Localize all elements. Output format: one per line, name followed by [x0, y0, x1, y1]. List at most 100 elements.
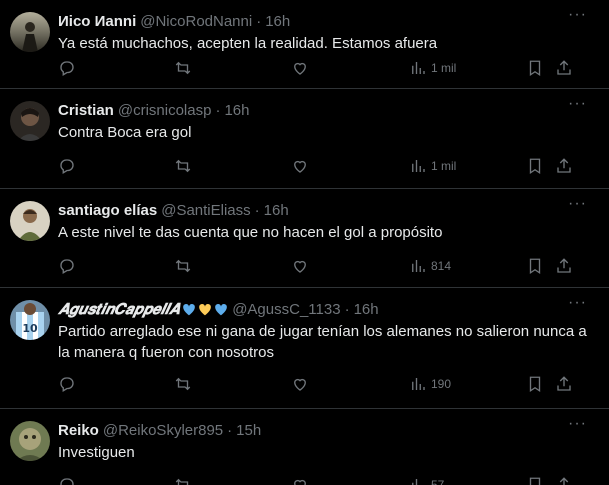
heart-emojis — [180, 303, 228, 316]
reply-button[interactable] — [58, 256, 76, 276]
avatar[interactable] — [10, 421, 50, 461]
tweet-text: Contra Boca era gol — [58, 124, 192, 141]
bookmark-button[interactable] — [526, 475, 544, 485]
tweet-text: Investiguen — [58, 444, 135, 461]
retweet-icon — [175, 159, 191, 173]
reply-icon — [60, 159, 74, 174]
yellow-heart-icon — [199, 303, 212, 315]
author-handle[interactable]: @SantiEliass — [161, 202, 250, 219]
more-options-icon[interactable]: ··· — [568, 95, 587, 113]
bookmark-button[interactable] — [526, 58, 544, 78]
views-button[interactable]: 57 — [409, 475, 444, 485]
avatar[interactable]: 10 — [10, 300, 50, 340]
views-button[interactable]: 1 mil — [409, 58, 456, 78]
share-button[interactable] — [555, 256, 573, 276]
separator-dot: · — [227, 421, 233, 439]
tweet[interactable]: Иico Иanni @NicoRodNanni · 16h ··· Ya es… — [0, 0, 609, 89]
reply-icon — [60, 259, 74, 274]
timestamp[interactable]: 16h — [354, 301, 379, 318]
separator-dot: · — [215, 101, 221, 119]
bookmark-icon — [529, 477, 541, 485]
share-button[interactable] — [555, 156, 573, 176]
tweet-text: Partido arreglado ese ni gana de jugar t… — [58, 323, 587, 361]
views-count: 1 mil — [431, 61, 457, 75]
tweet[interactable]: 10 𝑨𝒈𝒖𝒔𝒕𝒊𝒏𝑪𝒂𝒑𝒑𝒆𝒍𝒍𝑨 @AgussC_1133 · 16h ··… — [0, 288, 609, 409]
tweet[interactable]: santiago elías @SantiEliass · 16h ··· A … — [0, 189, 609, 288]
views-button[interactable]: 1 mil — [409, 156, 456, 176]
retweet-button[interactable] — [174, 475, 192, 485]
retweet-button[interactable] — [174, 256, 192, 276]
retweet-icon — [175, 377, 191, 391]
tweet-actions: 57 — [58, 475, 588, 485]
timestamp[interactable]: 15h — [236, 422, 261, 439]
author-handle[interactable]: @ReikoSkyler895 — [103, 422, 223, 439]
share-button[interactable] — [555, 58, 573, 78]
retweet-icon — [175, 259, 191, 273]
bookmark-button[interactable] — [526, 156, 544, 176]
author-handle[interactable]: @crisnicolasp — [118, 102, 212, 119]
analytics-icon — [412, 62, 425, 74]
retweet-icon — [175, 478, 189, 485]
share-icon — [559, 477, 569, 485]
bookmark-button[interactable] — [526, 374, 544, 394]
like-button[interactable] — [291, 58, 309, 78]
bookmark-icon — [529, 258, 541, 275]
share-button[interactable] — [555, 475, 573, 485]
separator-dot: · — [254, 201, 260, 219]
more-options-icon[interactable]: ··· — [568, 195, 587, 213]
tweet[interactable]: Cristian @crisnicolasp · 16h ··· Contra … — [0, 89, 609, 189]
more-options-icon[interactable]: ··· — [568, 294, 587, 312]
share-icon — [557, 258, 571, 273]
heart-icon — [294, 62, 306, 75]
share-button[interactable] — [555, 374, 573, 394]
author-name[interactable]: santiago elías — [58, 202, 157, 219]
tweet-actions: 814 — [58, 256, 588, 276]
reply-icon — [60, 377, 74, 392]
tweet-actions: 1 mil — [58, 58, 588, 78]
author-name[interactable]: Cristian — [58, 102, 114, 119]
like-button[interactable] — [291, 374, 309, 394]
reply-icon — [60, 478, 74, 485]
like-button[interactable] — [291, 256, 309, 276]
author-name[interactable]: Reiko — [58, 422, 99, 439]
share-icon — [557, 376, 571, 391]
views-count: 814 — [431, 259, 452, 273]
reply-button[interactable] — [58, 58, 76, 78]
tweet-text: A este nivel te das cuenta que no hacen … — [58, 224, 443, 241]
reply-button[interactable] — [58, 475, 76, 485]
more-options-icon[interactable]: ··· — [568, 415, 587, 433]
heart-icon — [294, 378, 306, 391]
timestamp[interactable]: 16h — [264, 202, 289, 219]
blue-heart-icon — [215, 303, 228, 315]
author-name[interactable]: Иico Иanni — [58, 13, 136, 30]
heart-icon — [294, 160, 306, 173]
timestamp[interactable]: 16h — [265, 13, 290, 30]
views-count: 1 mil — [431, 159, 457, 173]
author-name[interactable]: 𝑨𝒈𝒖𝒔𝒕𝒊𝒏𝑪𝒂𝒑𝒑𝒆𝒍𝒍𝑨 — [58, 301, 179, 318]
retweet-button[interactable] — [174, 374, 192, 394]
bookmark-button[interactable] — [526, 256, 544, 276]
bookmark-icon — [529, 60, 541, 77]
reply-button[interactable] — [58, 374, 76, 394]
retweet-button[interactable] — [174, 156, 192, 176]
avatar[interactable] — [10, 12, 50, 52]
timestamp[interactable]: 16h — [224, 102, 249, 119]
views-button[interactable]: 814 — [409, 256, 451, 276]
share-icon — [557, 60, 571, 75]
more-options-icon[interactable]: ··· — [568, 6, 587, 24]
avatar[interactable] — [10, 201, 50, 241]
views-count: 190 — [431, 377, 452, 391]
heart-icon — [294, 479, 306, 485]
retweet-button[interactable] — [174, 58, 192, 78]
bookmark-icon — [529, 376, 541, 393]
separator-dot: · — [256, 12, 262, 30]
author-handle[interactable]: @NicoRodNanni — [140, 13, 252, 30]
reply-button[interactable] — [58, 156, 76, 176]
tweet[interactable]: Reiko @ReikoSkyler895 · 15h ··· Investig… — [0, 409, 609, 485]
like-button[interactable] — [291, 156, 309, 176]
avatar[interactable] — [10, 101, 50, 141]
author-handle[interactable]: @AgussC_1133 — [232, 301, 340, 318]
like-button[interactable] — [291, 475, 309, 485]
views-button[interactable]: 190 — [409, 374, 451, 394]
retweet-icon — [175, 61, 191, 75]
